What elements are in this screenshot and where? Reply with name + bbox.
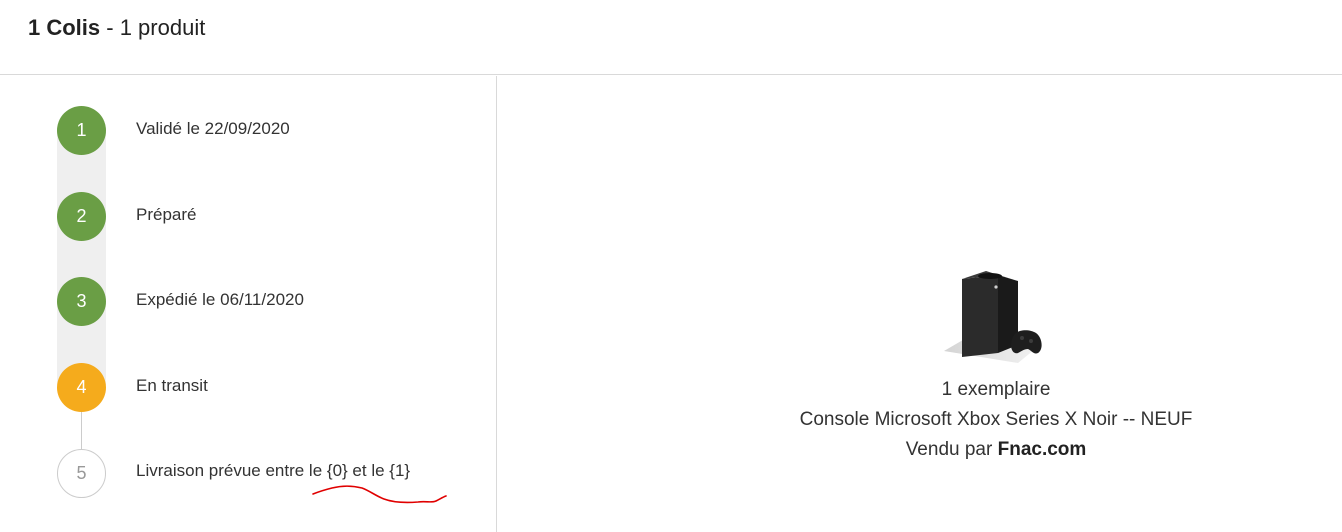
product-quantity: 1 exemplaire [941,379,1051,400]
xbox-series-x-console-image[interactable] [940,265,1052,365]
product-name[interactable]: Console Microsoft Xbox Series X Noir -- … [780,405,1212,435]
product-count: 1 produit [119,15,206,40]
step-5-label: Livraison prévue entre le {0} et le {1} [136,461,411,480]
step-4-label: En transit [136,376,208,395]
order-tracking-page: 1 Colis - 1 produit 1 Validé le 22/09/20… [0,0,1342,532]
step-4-circle: 4 [57,363,106,412]
seller-prefix: Vendu par [905,439,998,460]
package-title: 1 Colis - 1 produit [28,14,205,42]
step-2-circle: 2 [57,192,106,241]
progress-track [57,128,106,386]
step-5-circle: 5 [57,449,106,498]
red-underline-annotation [312,485,447,504]
vertical-divider [496,76,497,532]
step-1-label: Validé le 22/09/2020 [136,119,290,138]
seller-name: Fnac.com [997,439,1087,460]
title-separator: - [100,15,120,40]
product-seller: Vendu par Fnac.com [780,435,1212,465]
colis-count: 1 Colis [28,15,101,40]
step-1-circle: 1 [57,106,106,155]
package-header: 1 Colis - 1 produit [0,0,1342,75]
step-3-circle: 3 [57,277,106,326]
step-2-label: Préparé [136,205,197,224]
step-3-label: Expédié le 06/11/2020 [136,290,304,309]
product-card: 1 exemplaire Console Microsoft Xbox Seri… [780,265,1212,465]
